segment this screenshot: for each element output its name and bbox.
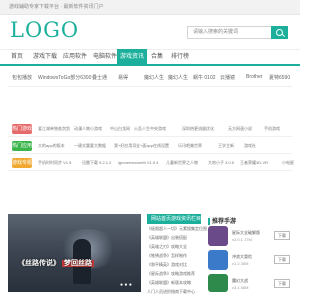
category-item[interactable]: 手机时时同步 V1.5 [38, 160, 71, 166]
nav-item-ranking[interactable]: 排行榜 [168, 52, 192, 64]
tag-link[interactable]: 易得 [118, 74, 128, 81]
category-item[interactable]: 一键式重要大数据 [74, 143, 106, 149]
nav-item-home[interactable]: 首页 [6, 52, 28, 64]
category-row-hot-apps: 热门应用 大的app的版本 一键式重要大数据 我+好应用导 全+面app在线设置… [8, 139, 292, 154]
tag-link[interactable]: 蜗牛 0102 [193, 74, 216, 81]
main-nav: 首页 游戏下载 应用软件 电脑软件 游戏资讯 合集 排行榜 [0, 49, 300, 66]
game-meta: v3.1 56M [232, 285, 249, 290]
news-item[interactable]: 人门人员进阶指南下载中心 [147, 289, 195, 295]
tag-link[interactable]: Brother [246, 74, 262, 80]
category-item[interactable]: 儿童新世界之人物 [166, 160, 198, 166]
category-item[interactable]: 无方网速小说 [228, 126, 252, 132]
download-button[interactable]: 下载 [274, 231, 290, 240]
game-thumbnail[interactable] [208, 226, 228, 246]
tag-link[interactable]: 叠士通 [92, 74, 107, 81]
download-button[interactable]: 下载 [274, 255, 290, 264]
recommend-title-text: 推荐手游 [212, 219, 237, 225]
category-item[interactable]: 迅雷下载 5.2.1.2 [82, 160, 111, 166]
category-item[interactable]: 小电星 [282, 160, 294, 166]
hero-banner[interactable]: 《丝路传说》 梦回丝路 ● ● ● [8, 214, 141, 292]
category-item[interactable]: 我+好应用导 [114, 143, 136, 149]
category-badge[interactable]: 热门游戏 [12, 124, 32, 134]
hot-tags: 包包播放 WindowsToGo部分6300 叠士通 易得 魔幻人生 魔幻人生 … [8, 72, 292, 87]
tag-link[interactable]: 云播镜 [220, 74, 235, 81]
category-item[interactable]: ignoremecoreth V1.0.4 [118, 160, 158, 165]
category-row-hot-games: 热门游戏 爱江湖单独各剑剑 动漫人物小游戏 中山白龙网 火吾人生中央游戏 深圳热… [8, 122, 292, 137]
nav-item-game-news[interactable]: 游戏资讯 [117, 49, 147, 65]
title-accent-bar [208, 217, 210, 225]
hero-carousel-dots[interactable]: ● ● ● [120, 282, 132, 288]
category-item[interactable]: 乐讯吧美世界 [178, 143, 202, 149]
tag-link[interactable]: 魔幻人生 [144, 74, 164, 81]
news-item[interactable]: 《和平精英》游戏对比 [147, 262, 187, 268]
category-badge[interactable]: 热门应用 [12, 141, 32, 151]
category-item[interactable]: 中山白龙网 [110, 126, 130, 132]
news-item[interactable]: 《极限超人一切》元素搜集定位图 [147, 226, 207, 232]
news-item[interactable]: 《铁锈战争》怎样制作 [147, 253, 187, 259]
hero-caption-highlight: 梦回丝路 [61, 260, 94, 267]
category-item[interactable]: 王者荣耀3D-VR [240, 160, 268, 166]
download-button[interactable]: 下载 [274, 279, 290, 288]
news-item[interactable]: 《英雄联盟》出装搭配 [147, 235, 187, 241]
hero-caption-title: 《丝路传说》 [18, 260, 60, 267]
tag-link[interactable]: 包包播放 [12, 74, 32, 81]
game-meta: v1.2 35M [232, 261, 249, 266]
tag-link[interactable]: 夏特6590 [269, 74, 290, 81]
category-item[interactable]: 全+面app在线设置 [136, 143, 169, 149]
category-item[interactable]: 游戏社 [244, 143, 256, 149]
nav-item-apps[interactable]: 应用软件 [60, 52, 90, 64]
game-name[interactable]: 冲浪大冒险 [232, 254, 252, 260]
recommend-item[interactable]: 冲浪大冒险 v1.2 35M 下载 [208, 250, 294, 274]
category-row-game-topics: 游戏专题 手机时时同步 V1.5 迅雷下载 5.2.1.2 ignoremeco… [8, 156, 294, 171]
category-item[interactable]: 深圳热更流量优化 [182, 126, 214, 132]
search-icon [276, 29, 283, 36]
news-item[interactable]: 《英雄联盟》新版本攻略 [147, 280, 191, 286]
game-name[interactable]: 星际大全破解版 [232, 230, 260, 236]
category-item[interactable]: 动漫人物小游戏 [74, 126, 102, 132]
recommend-title: 推荐手游 [208, 216, 236, 225]
category-badge[interactable]: 游戏专题 [12, 158, 32, 168]
game-thumbnail[interactable] [208, 250, 228, 270]
recommend-item[interactable]: 星际大全破解版 v2.0.1 17M 下载 [208, 226, 294, 250]
category-item[interactable]: 大哈小子 3.0.5 [208, 160, 234, 166]
category-item[interactable]: 大的app的版本 [38, 143, 65, 149]
nav-item-games[interactable]: 游戏下载 [30, 52, 60, 64]
nav-item-pc-software[interactable]: 电脑软件 [90, 52, 120, 64]
game-meta: v2.0.1 17M [232, 237, 252, 242]
search-input[interactable]: 请输入搜索的关键词 [187, 26, 271, 39]
news-item[interactable]: 《英雄之刃》攻略大全 [147, 244, 187, 250]
news-header: 网站首页游戏资讯栏目推荐 [147, 214, 211, 224]
game-name[interactable]: 魔幻大战 [232, 278, 248, 284]
search-button[interactable] [271, 26, 288, 39]
category-item[interactable]: 爱江湖单独各剑剑 [38, 126, 70, 132]
hero-caption: 《丝路传说》 梦回丝路 [18, 258, 94, 268]
top-notice-bar: 游戏辅助专家下载平台 · 最新软件资讯门户 [0, 0, 300, 15]
news-item[interactable]: 《星际战争》攻略游戏推荐 [147, 271, 195, 277]
site-logo[interactable]: LOGO [10, 18, 79, 42]
top-notice-text: 游戏辅助专家下载平台 · 最新软件资讯门户 [9, 4, 104, 10]
category-item[interactable]: 手机游戏 [264, 126, 280, 132]
recommend-item[interactable]: 魔幻大战 v3.1 56M 下载 [208, 274, 294, 294]
game-thumbnail[interactable] [208, 274, 228, 292]
category-item[interactable]: 火吾人生中央游戏 [134, 126, 166, 132]
nav-item-collection[interactable]: 合集 [147, 52, 167, 64]
category-item[interactable]: 王学主新 [218, 143, 234, 149]
tag-link[interactable]: WindowsToGo部分6300 [38, 74, 91, 81]
tag-link[interactable]: 魔幻人生 [168, 74, 188, 81]
